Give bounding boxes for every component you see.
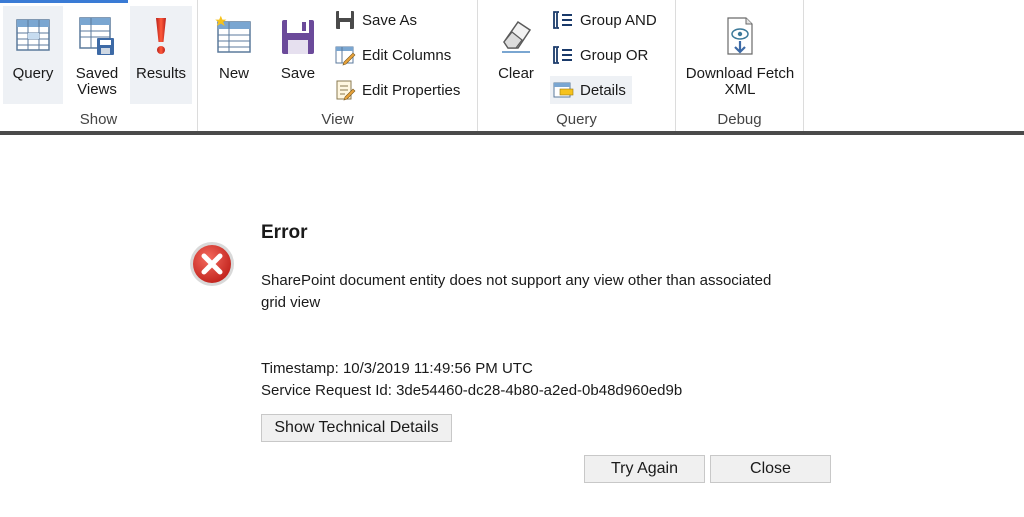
new-button-label: New	[218, 65, 249, 82]
download-fetch-label-line1: Download Fetch	[685, 65, 795, 82]
clear-button-label: Clear	[498, 65, 534, 82]
saved-views-icon	[79, 17, 114, 55]
ribbon-group-view: New Save Save As Edit Columns Edit Prope…	[198, 0, 478, 131]
new-view-icon	[215, 15, 251, 53]
save-as-icon	[336, 11, 354, 29]
edit-properties-button[interactable]: Edit Properties	[334, 76, 466, 104]
save-as-label: Save As	[362, 11, 418, 29]
group-label-debug: Debug	[717, 111, 762, 128]
details-button[interactable]: Details	[550, 76, 632, 104]
ribbon-group-show: Query Saved Views Results Show	[0, 0, 198, 131]
edit-properties-label: Edit Properties	[362, 81, 461, 99]
error-icon	[190, 242, 234, 286]
query-grid-icon	[16, 19, 50, 51]
download-fetch-xml-label: Download Fetch XML	[680, 66, 800, 98]
save-button[interactable]: Save	[270, 6, 326, 104]
saved-views-button-label: Saved Views	[66, 66, 128, 98]
group-label-show: Show	[79, 111, 118, 128]
group-or-button[interactable]: Group OR	[552, 41, 654, 69]
try-again-button[interactable]: Try Again	[584, 455, 705, 483]
group-or-icon	[553, 46, 572, 64]
error-timestamp: Timestamp: 10/3/2019 11:49:56 PM UTC	[261, 360, 533, 377]
clear-button[interactable]: Clear	[488, 6, 544, 104]
new-button[interactable]: New	[206, 6, 262, 104]
eraser-icon	[502, 20, 532, 53]
group-and-button[interactable]: Group AND	[552, 6, 663, 34]
error-title: Error	[261, 222, 308, 243]
ribbon-bottom-border	[0, 131, 1024, 135]
results-button-label: Results	[135, 65, 187, 82]
error-request-id: Service Request Id: 3de54460-dc28-4b80-a…	[261, 382, 683, 399]
saved-views-label-line1: Saved	[75, 65, 119, 82]
edit-columns-label: Edit Columns	[362, 46, 452, 64]
query-button-label: Query	[12, 65, 54, 82]
error-message: SharePoint document entity does not supp…	[261, 272, 772, 311]
edit-columns-icon	[335, 46, 356, 66]
save-button-label: Save	[280, 65, 316, 82]
download-fetch-xml-button[interactable]: Download Fetch XML	[680, 6, 800, 104]
edit-columns-button[interactable]: Edit Columns	[334, 41, 457, 69]
saved-views-button[interactable]: Saved Views	[66, 6, 128, 104]
ribbon: Query Saved Views Results Show New Save …	[0, 0, 1024, 136]
download-fetch-label-line2: XML	[724, 81, 756, 98]
results-button[interactable]: Results	[130, 6, 192, 104]
ribbon-group-query: Clear Group AND Group OR Details Query	[478, 0, 676, 131]
group-and-label: Group AND	[580, 11, 657, 29]
details-label: Details	[580, 81, 626, 99]
close-button[interactable]: Close	[710, 455, 831, 483]
edit-properties-icon	[336, 80, 356, 101]
group-and-icon	[553, 11, 572, 29]
show-technical-details-button[interactable]: Show Technical Details	[261, 414, 452, 442]
group-or-label: Group OR	[580, 46, 649, 64]
saved-views-label-line2: Views	[77, 81, 117, 98]
group-label-view: View	[321, 111, 354, 128]
exclamation-icon	[156, 18, 166, 54]
download-xml-icon	[727, 17, 753, 55]
query-button[interactable]: Query	[3, 6, 63, 104]
group-label-query: Query	[556, 111, 597, 128]
floppy-disk-icon	[282, 20, 314, 54]
details-icon	[553, 82, 574, 98]
save-as-button[interactable]: Save As	[334, 6, 423, 34]
ribbon-group-debug: Download Fetch XML Debug	[676, 0, 804, 131]
